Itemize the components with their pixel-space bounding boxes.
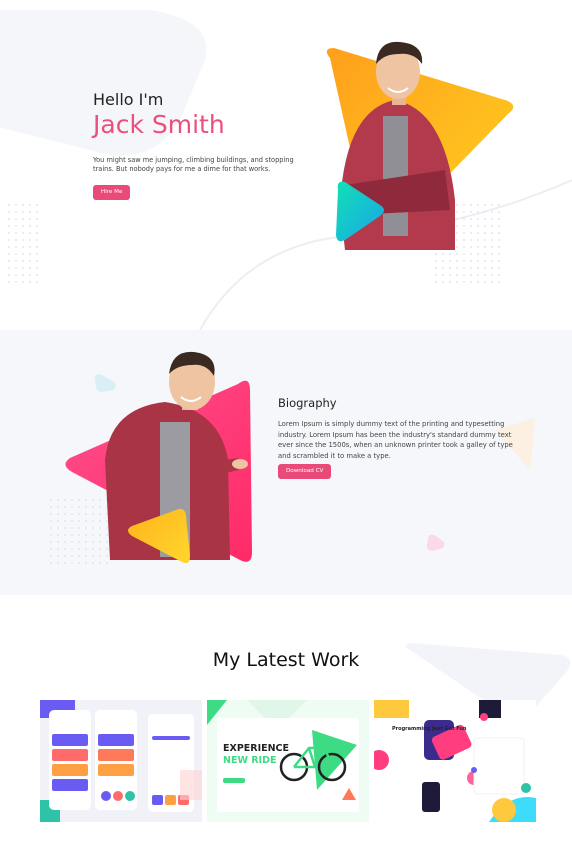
biography-title: Biography: [278, 396, 337, 410]
programming-headline: Programming Just Got Fun: [392, 726, 467, 732]
download-cv-button[interactable]: Download CV: [278, 464, 332, 479]
biography-section: Biography Lorem Ipsum is simply dummy te…: [0, 330, 572, 595]
latest-work-section: My Latest Work EXPERIENCE NEW RIDE Progr…: [0, 595, 572, 853]
mobile-app-preview: [40, 700, 202, 822]
latest-work-title: My Latest Work: [212, 649, 360, 671]
portfolio-item-mobile-app[interactable]: [40, 700, 202, 822]
bike-landing-preview: EXPERIENCE NEW RIDE: [207, 700, 369, 822]
hero-name: Jack Smith: [93, 110, 225, 139]
hire-me-button[interactable]: Hire Me: [93, 185, 131, 200]
portfolio-item-programming-landing[interactable]: Programming Just Got Fun: [374, 700, 536, 822]
biography-text: Lorem Ipsum is simply dummy text of the …: [278, 420, 513, 460]
hero-section: Hello I'm Jack Smith You might saw me ju…: [0, 0, 572, 330]
bike-headline-2: NEW RIDE: [223, 755, 276, 766]
hero-description: You might saw me jumping, climbing build…: [93, 156, 294, 173]
programming-landing-preview: Programming Just Got Fun: [374, 700, 536, 822]
hero-greeting: Hello I'm: [93, 90, 164, 109]
portfolio-item-bike-landing[interactable]: EXPERIENCE NEW RIDE: [207, 700, 369, 822]
biography-background: [47, 351, 535, 565]
bike-headline-1: EXPERIENCE: [223, 743, 289, 754]
